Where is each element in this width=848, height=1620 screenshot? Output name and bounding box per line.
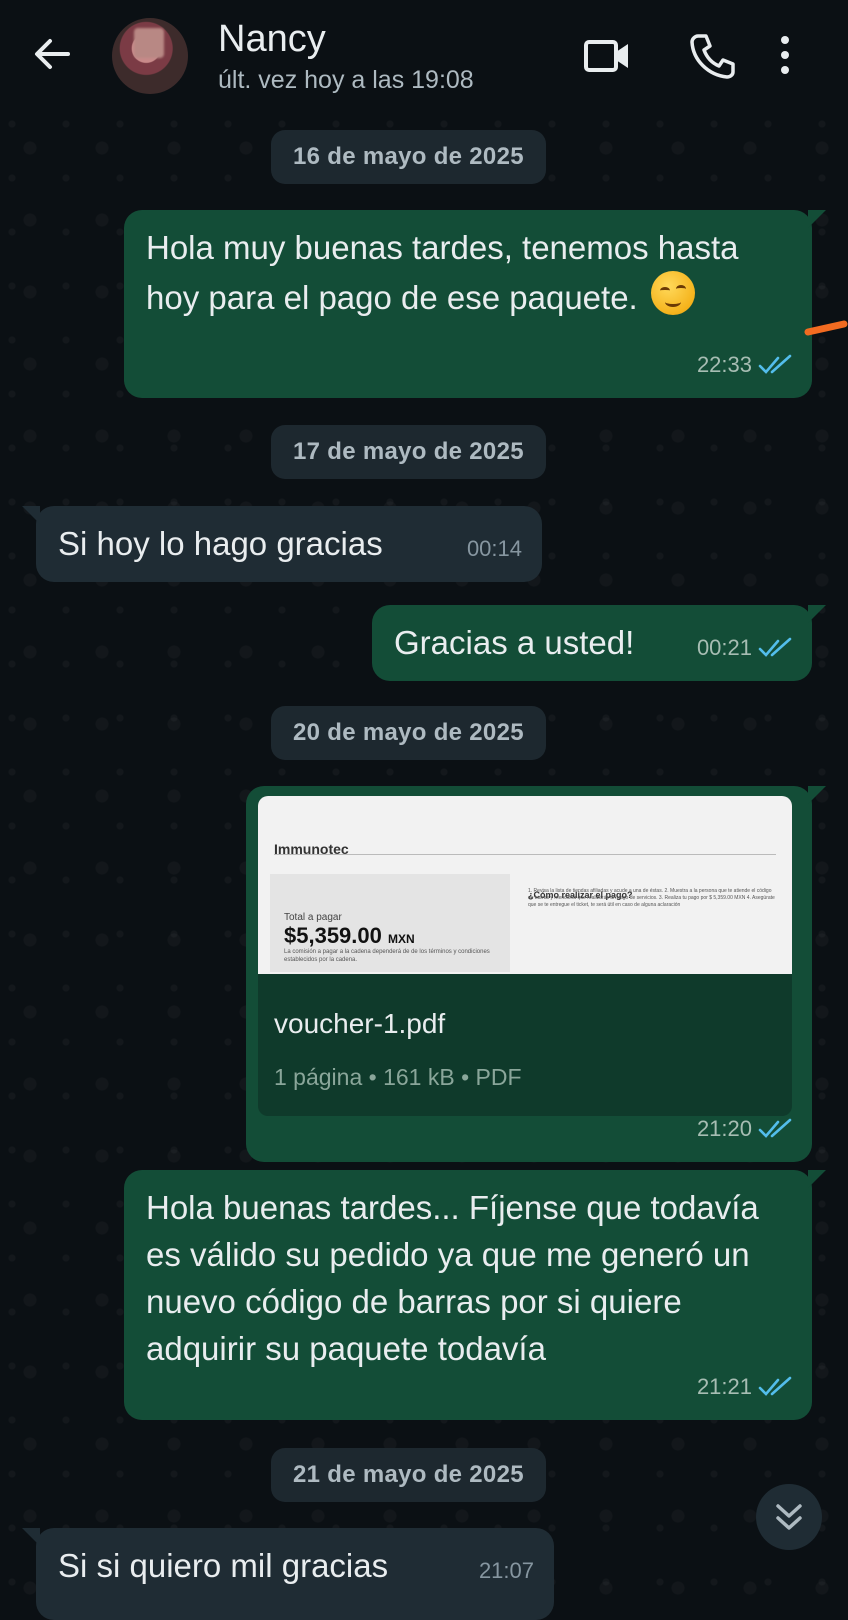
message-text: Hola muy buenas tardes, tenemos hasta ho…	[146, 229, 739, 316]
outgoing-message[interactable]: Gracias a usted! 00:21	[372, 605, 826, 681]
message-text: Si si quiero mil gracias	[58, 1547, 389, 1584]
message-time: 22:33	[696, 352, 752, 377]
message-time: 00:14	[466, 536, 522, 561]
document-filename: voucher-1.pdf	[274, 1008, 446, 1039]
message-text: Gracias a usted!	[394, 624, 635, 661]
message-text: Si hoy lo hago gracias	[58, 525, 383, 562]
preview-divider	[274, 854, 776, 855]
contact-status: últ. vez hoy a las 19:08	[218, 66, 474, 94]
scroll-to-bottom-button[interactable]	[756, 1484, 822, 1550]
orange-mark	[804, 320, 848, 336]
message-time: 21:20	[696, 1116, 752, 1141]
more-vertical-icon[interactable]	[776, 30, 822, 82]
message-time: 00:21	[696, 635, 752, 660]
double-chevron-down-icon	[776, 1504, 802, 1530]
double-check-icon	[758, 354, 792, 374]
preview-steps: 1. Revisa la lista de tiendas afiliadas …	[528, 888, 775, 908]
chat-header: Nancy últ. vez hoy a las 19:08	[0, 0, 848, 112]
date-separator: 17 de mayo de 2025	[271, 425, 546, 479]
message-text: Hola buenas tardes... Fíjense que todaví…	[146, 1189, 759, 1367]
avatar[interactable]	[112, 18, 188, 94]
double-check-icon	[758, 1376, 792, 1396]
document-info: 1 página • 161 kB • PDF	[274, 1064, 522, 1090]
message-meta: 00:14	[467, 525, 522, 572]
incoming-message[interactable]: Si hoy lo hago gracias 00:14	[22, 506, 542, 582]
message-meta: 21:07	[479, 1547, 534, 1594]
date-separator: 16 de mayo de 2025	[271, 130, 546, 184]
preview-total-amount: $5,359.00	[284, 923, 382, 948]
smirking-face-emoji-icon	[650, 271, 695, 315]
date-separator: 20 de mayo de 2025	[271, 706, 546, 760]
outgoing-document-message[interactable]: Immunotec Total a pagar $5,359.00 MXN La…	[246, 786, 826, 1162]
preview-currency: MXN	[388, 932, 415, 946]
outgoing-message[interactable]: Hola muy buenas tardes, tenemos hasta ho…	[124, 210, 826, 398]
message-time: 21:21	[696, 1374, 752, 1399]
document-attachment[interactable]: Immunotec Total a pagar $5,359.00 MXN La…	[258, 796, 792, 1116]
message-meta: 00:21	[697, 624, 792, 671]
message-time: 21:07	[478, 1558, 534, 1583]
preview-note: La comisión a pagar a la cadena depender…	[284, 949, 490, 963]
preview-brand: Immunotec	[274, 841, 349, 857]
outgoing-message[interactable]: Hola buenas tardes... Fíjense que todaví…	[124, 1170, 826, 1420]
double-check-icon	[758, 637, 792, 657]
phone-icon[interactable]	[686, 30, 738, 82]
message-meta: 22:33	[697, 341, 792, 388]
document-preview: Immunotec Total a pagar $5,359.00 MXN La…	[258, 796, 792, 974]
double-check-icon	[758, 1118, 792, 1138]
message-meta: 21:20	[697, 1105, 792, 1152]
message-meta: 21:21	[697, 1363, 792, 1410]
arrow-left-icon[interactable]	[30, 32, 74, 76]
video-camera-icon[interactable]	[582, 30, 634, 82]
contact-name[interactable]: Nancy	[218, 18, 326, 61]
incoming-message[interactable]: Si si quiero mil gracias 21:07	[22, 1528, 554, 1620]
date-separator: 21 de mayo de 2025	[271, 1448, 546, 1502]
